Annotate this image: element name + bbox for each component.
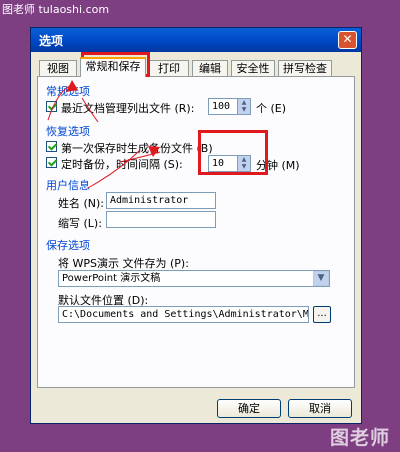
timed-backup-checkbox[interactable]: [46, 157, 57, 168]
name-input[interactable]: Administrator: [106, 192, 216, 209]
recent-files-spinner[interactable]: ▲ ▼: [237, 98, 251, 115]
default-path-input[interactable]: C:\Documents and Settings\Administrator\…: [58, 306, 309, 323]
close-button[interactable]: ✕: [338, 31, 357, 49]
tab-view[interactable]: 视图: [39, 60, 77, 77]
watermark-top: 图老师 tulaoshi.com: [2, 3, 110, 16]
save-group-title: 保存选项: [46, 239, 90, 252]
general-group-title: 常规选项: [46, 85, 90, 98]
dialog-title: 选项: [39, 34, 64, 48]
name-label: 姓名 (N):: [58, 197, 105, 210]
tab-security[interactable]: 安全性: [231, 60, 275, 77]
title-bar[interactable]: 选项 ✕: [31, 28, 361, 52]
backup-interval-input[interactable]: 10: [208, 155, 238, 172]
initials-label: 缩写 (L):: [58, 217, 102, 230]
timed-backup-label: 定时备份，时间间隔 (S):: [61, 158, 183, 171]
recovery-group-title: 恢复选项: [46, 125, 90, 138]
tab-spelling[interactable]: 拼写检查: [278, 60, 332, 77]
ok-button[interactable]: 确定: [217, 399, 281, 418]
recent-files-input[interactable]: 100: [208, 98, 238, 115]
cancel-button[interactable]: 取消: [288, 399, 352, 418]
save-format-label: 将 WPS演示 文件存为 (P):: [58, 257, 189, 270]
tab-general-save[interactable]: 常规和保存: [80, 57, 146, 77]
recent-files-unit: 个 (E): [256, 102, 287, 115]
options-dialog: 选项 ✕ 视图 常规和保存 打印 编辑 安全性 拼写检查 常规选项 最近文档管理…: [30, 27, 362, 424]
initials-input[interactable]: [106, 211, 216, 228]
chevron-down-icon[interactable]: ▼: [313, 271, 329, 286]
browse-button[interactable]: ...: [313, 306, 331, 323]
save-format-select[interactable]: PowerPoint 演示文稿: [58, 270, 330, 287]
tab-panel: 常规选项 最近文档管理列出文件 (R): 100 ▲ ▼ 个 (E) 恢复选项 第…: [37, 76, 355, 388]
backup-interval-spinner[interactable]: ▲ ▼: [237, 155, 251, 172]
recent-files-label: 最近文档管理列出文件 (R):: [61, 102, 195, 115]
tab-strip: 视图 常规和保存 打印 编辑 安全性 拼写检查: [31, 56, 361, 77]
tab-edit[interactable]: 编辑: [192, 60, 228, 77]
first-backup-checkbox[interactable]: [46, 141, 57, 152]
watermark-bottom: 图老师: [329, 427, 390, 449]
recent-files-checkbox[interactable]: [46, 101, 57, 112]
tab-print[interactable]: 打印: [149, 60, 189, 77]
backup-interval-unit: 分钟 (M): [256, 159, 300, 172]
user-info-group-title: 用户信息: [46, 179, 90, 192]
first-backup-label: 第一次保存时生成备份文件 (B): [61, 142, 213, 155]
